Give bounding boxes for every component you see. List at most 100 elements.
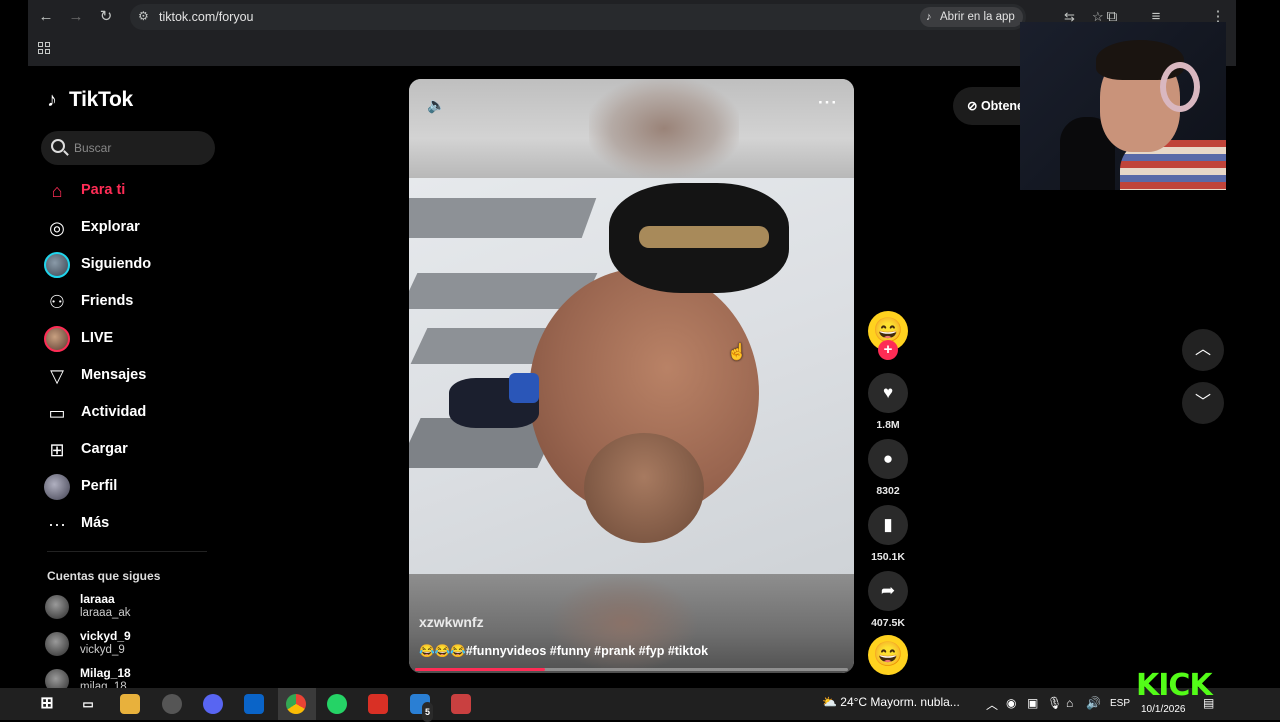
video-options-icon[interactable]: ··· [817, 93, 839, 113]
url-text[interactable]: tiktok.com/foryou [159, 10, 253, 24]
sidebar-item-friends[interactable]: ⚇ Friends [44, 288, 214, 316]
kick-logo: KICK [1136, 668, 1213, 703]
volume-tray-icon[interactable]: 🔊 [1086, 696, 1101, 710]
microphone-tray-icon[interactable]: 🎙 [1047, 696, 1062, 710]
upload-icon: ⊞ [49, 440, 65, 460]
whatsapp-icon[interactable] [327, 694, 347, 714]
tray-icon[interactable]: ▣ [1027, 696, 1038, 710]
weather-widget[interactable]: ⛅ 24°C Mayorm. nubla... [822, 695, 960, 709]
address-bar[interactable]: ⚙ tiktok.com/foryou ♪ Abrir en la app ⇆ … [130, 4, 1104, 30]
video-description[interactable]: 😂😂😂#funnyvideos #funny #prank #fyp #tikt… [419, 644, 708, 659]
outlook-icon[interactable] [244, 694, 264, 714]
app-icon-badge[interactable]: 5 [410, 694, 434, 722]
chrome-icon[interactable] [286, 694, 306, 714]
sidebar-item-siguiendo[interactable]: Siguiendo [44, 251, 214, 279]
language-indicator[interactable]: ESP [1110, 698, 1130, 709]
windows-start-icon[interactable]: ⊞ [37, 694, 57, 714]
tray-overflow-icon[interactable]: ︿ [986, 696, 998, 713]
video-author[interactable]: xzwkwnfz [419, 614, 484, 630]
sidebar-item-actividad[interactable]: ▭ Actividad [44, 399, 214, 427]
network-icon[interactable]: ⌂ [1066, 696, 1073, 710]
tiktok-logo[interactable]: ♪ TikTok [47, 88, 133, 114]
follow-plus-icon[interactable]: + [878, 340, 898, 360]
account-name: laraaa [80, 592, 115, 606]
sidebar-item-mas[interactable]: ··· Más [44, 510, 214, 538]
sidebar-item-label: Mensajes [81, 367, 147, 383]
comment-button[interactable]: ● [868, 439, 908, 479]
previous-video-button[interactable]: ︿ [1182, 329, 1224, 371]
headphone-shape [1160, 62, 1200, 112]
followed-account[interactable]: Milag_18 milag_18 [45, 666, 215, 688]
sidebar-item-label: Friends [81, 293, 134, 309]
sidebar-item-label: Cargar [81, 441, 128, 457]
mouse-cursor-icon: ☝ [727, 344, 747, 361]
sound-disc-icon[interactable]: 😄 [868, 635, 908, 675]
sidebar-item-para-ti[interactable]: ⌂ Para ti [44, 177, 214, 205]
followed-account[interactable]: vickyd_9 vickyd_9 [45, 629, 215, 659]
site-info-icon[interactable]: ⚙ [138, 9, 152, 23]
home-icon: ⌂ [51, 181, 63, 201]
send-icon: ▽ [50, 366, 64, 386]
cloud-icon: ⛅ [822, 695, 841, 709]
weather-text: 24°C Mayorm. nubla... [840, 695, 960, 709]
sidebar-item-mensajes[interactable]: ▽ Mensajes [44, 362, 214, 390]
badge-count: 5 [422, 702, 434, 722]
sidebar-item-perfil[interactable]: Perfil [44, 473, 214, 501]
reload-icon[interactable]: ↻ [96, 8, 116, 26]
sidebar-item-cargar[interactable]: ⊞ Cargar [44, 436, 214, 464]
live-avatar-icon [44, 326, 70, 352]
discord-icon[interactable] [203, 694, 223, 714]
forward-icon[interactable]: → [66, 8, 86, 26]
heart-icon: ♥ [882, 383, 894, 402]
video-player[interactable]: 🔈 ··· ☝ xzwkwnfz 😂😂😂#funnyvideos #funny … [409, 79, 854, 673]
video-progress-fill [415, 668, 545, 671]
sidebar-item-label: LIVE [81, 330, 114, 346]
bookmark-icon: ▮ [883, 515, 893, 534]
save-button[interactable]: ▮ [868, 505, 908, 545]
account-handle: milag_18 [80, 681, 127, 688]
tray-icon[interactable]: ◉ [1006, 696, 1016, 710]
outer-margin-right [1236, 0, 1280, 688]
sidebar-item-explorar[interactable]: ◎ Explorar [44, 214, 214, 242]
avatar [45, 632, 69, 656]
app-icon-red[interactable] [451, 694, 471, 714]
comment-count: 8302 [876, 485, 900, 497]
next-video-button[interactable]: ﹀ [1182, 382, 1224, 424]
sidebar-item-label: Actividad [81, 404, 147, 420]
sidebar-item-label: Más [81, 515, 110, 531]
account-name: Milag_18 [80, 666, 131, 680]
share-count: 407.5K [871, 617, 905, 629]
windows-taskbar: ⊞ ▭ 5 ⛅ 24°C Mayorm. nubla... ︿ ◉ ▣ 🎙 ⌂ … [0, 688, 1280, 722]
video-blur-top [409, 79, 854, 178]
share-button[interactable]: ➦ [868, 571, 908, 611]
chevron-up-icon: ︿ [1194, 341, 1211, 358]
back-icon[interactable]: ← [36, 8, 56, 26]
app-icon-obs[interactable] [162, 694, 182, 714]
more-icon: ··· [48, 514, 66, 534]
compass-icon: ◎ [49, 218, 65, 238]
app-icon: ⊘ [967, 99, 981, 113]
taskbar-date[interactable]: 10/1/2026 [1141, 704, 1186, 715]
webcam-overlay [1020, 22, 1226, 190]
avatar [45, 595, 69, 619]
search-input[interactable]: Buscar [41, 131, 215, 165]
like-button[interactable]: ♥ [868, 373, 908, 413]
video-frame [409, 178, 854, 574]
task-view-icon[interactable]: ▭ [78, 694, 98, 714]
video-progress-bar[interactable] [415, 668, 848, 671]
volume-icon[interactable]: 🔈 [427, 96, 447, 116]
logo-text: TikTok [69, 88, 133, 111]
following-heading: Cuentas que sigues [47, 569, 161, 583]
profile-avatar-icon [44, 474, 70, 500]
sidebar-item-live[interactable]: LIVE [44, 325, 214, 353]
open-in-app-button[interactable]: ♪ Abrir en la app [920, 7, 1023, 27]
avatar [45, 669, 69, 688]
apps-grid-icon[interactable] [38, 42, 50, 54]
wps-icon[interactable] [368, 694, 388, 714]
comment-icon: ● [882, 449, 894, 468]
search-icon [51, 139, 65, 153]
file-explorer-icon[interactable] [120, 694, 140, 714]
followed-account[interactable]: laraaa laraaa_ak [45, 592, 215, 622]
sidebar-divider [47, 551, 207, 552]
sidebar-item-label: Para ti [81, 182, 126, 198]
